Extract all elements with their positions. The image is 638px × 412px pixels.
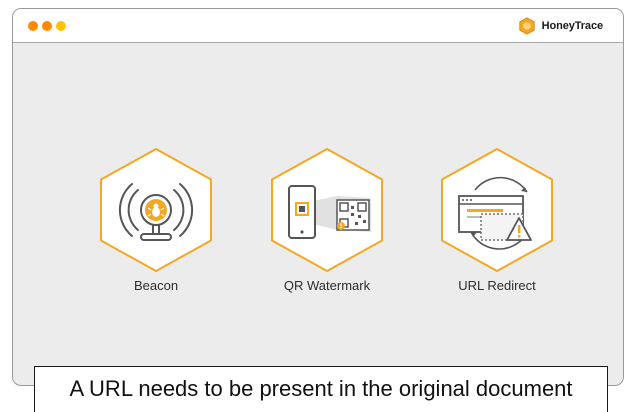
brand: HoneyTrace bbox=[518, 16, 603, 36]
honeycomb-hexagon-icon bbox=[518, 17, 535, 35]
brand-name: HoneyTrace bbox=[541, 20, 603, 32]
feature-url-redirect[interactable]: URL Redirect bbox=[437, 146, 557, 293]
url-redirect-icon bbox=[441, 148, 553, 272]
caption-box: A URL needs to be present in the origina… bbox=[34, 366, 608, 412]
feature-qr-watermark[interactable]: QR Watermark bbox=[267, 146, 387, 293]
window-minimize-button[interactable] bbox=[42, 21, 52, 31]
window-maximize-button[interactable] bbox=[56, 21, 66, 31]
app-window: HoneyTrace Beacon QR Watermark URL Redir… bbox=[12, 8, 624, 386]
feature-beacon[interactable]: Beacon bbox=[96, 146, 216, 293]
feature-label-qr-watermark: QR Watermark bbox=[283, 278, 371, 293]
window-close-button[interactable] bbox=[28, 21, 38, 31]
title-bar: HoneyTrace bbox=[13, 9, 623, 43]
beacon-bug-icon bbox=[100, 148, 212, 272]
feature-label-beacon: Beacon bbox=[133, 278, 179, 293]
screenshot-stage: HoneyTrace Beacon QR Watermark URL Redir… bbox=[0, 0, 638, 412]
feature-label-url-redirect: URL Redirect bbox=[458, 278, 536, 293]
qr-watermark-icon bbox=[271, 148, 383, 272]
